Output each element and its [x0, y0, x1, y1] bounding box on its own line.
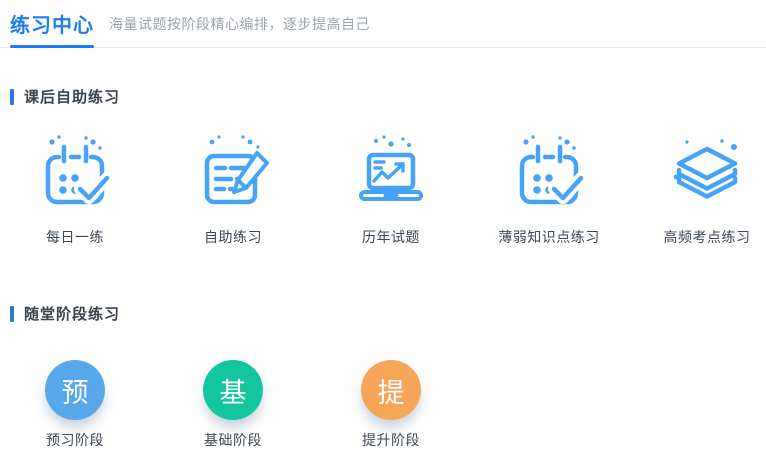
layers-icon: [662, 129, 752, 219]
item-high-frequency[interactable]: 高频考点练习: [632, 129, 766, 247]
item-label: 每日一练: [46, 229, 104, 245]
section-self-practice-heading: 课后自助练习: [10, 86, 766, 107]
active-tab-underline: [10, 45, 94, 48]
self-practice-grid: 每日一练 自助练习 历年试题 薄弱知识点练习 高频考点练习: [0, 129, 766, 247]
item-label: 历年试题: [362, 229, 420, 245]
item-weak-points[interactable]: 薄弱知识点练习: [474, 129, 624, 247]
section-bar: [10, 88, 14, 105]
item-foundation-stage[interactable]: 基 基础阶段: [158, 360, 308, 450]
laptop-chart-icon: [346, 129, 436, 219]
item-label: 提升阶段: [362, 432, 420, 448]
badge-char: 基: [219, 377, 247, 408]
calendar-check-icon: [30, 129, 120, 219]
item-improvement-stage[interactable]: 提 提升阶段: [316, 360, 466, 450]
badge-char: 预: [61, 377, 89, 408]
stage-badge-blue: 预: [45, 360, 105, 420]
item-daily-practice[interactable]: 每日一练: [0, 129, 150, 247]
item-past-exams[interactable]: 历年试题: [316, 129, 466, 247]
item-label: 预习阶段: [46, 432, 104, 448]
stage-badge-green: 基: [203, 360, 263, 420]
document-pen-icon: [188, 129, 278, 219]
item-preview-stage[interactable]: 预 预习阶段: [0, 360, 150, 450]
item-label: 自助练习: [204, 229, 262, 245]
section-bar: [10, 305, 14, 322]
section-stage-practice-heading: 随堂阶段练习: [10, 303, 766, 324]
item-label: 基础阶段: [204, 432, 262, 448]
page-title: 练习中心: [10, 15, 94, 37]
item-label: 高频考点练习: [663, 229, 751, 245]
stage-badge-orange: 提: [361, 360, 421, 420]
item-label: 薄弱知识点练习: [498, 229, 600, 245]
badge-char: 提: [377, 377, 405, 408]
stage-practice-grid: 预 预习阶段 基 基础阶段 提 提升阶段: [0, 360, 766, 450]
page-header: 练习中心 海量试题按阶段精心编排，逐步提高自己: [0, 0, 766, 48]
item-self-practice[interactable]: 自助练习: [158, 129, 308, 247]
calendar-check-icon: [504, 129, 594, 219]
page-subtitle: 海量试题按阶段精心编排，逐步提高自己: [109, 15, 370, 32]
